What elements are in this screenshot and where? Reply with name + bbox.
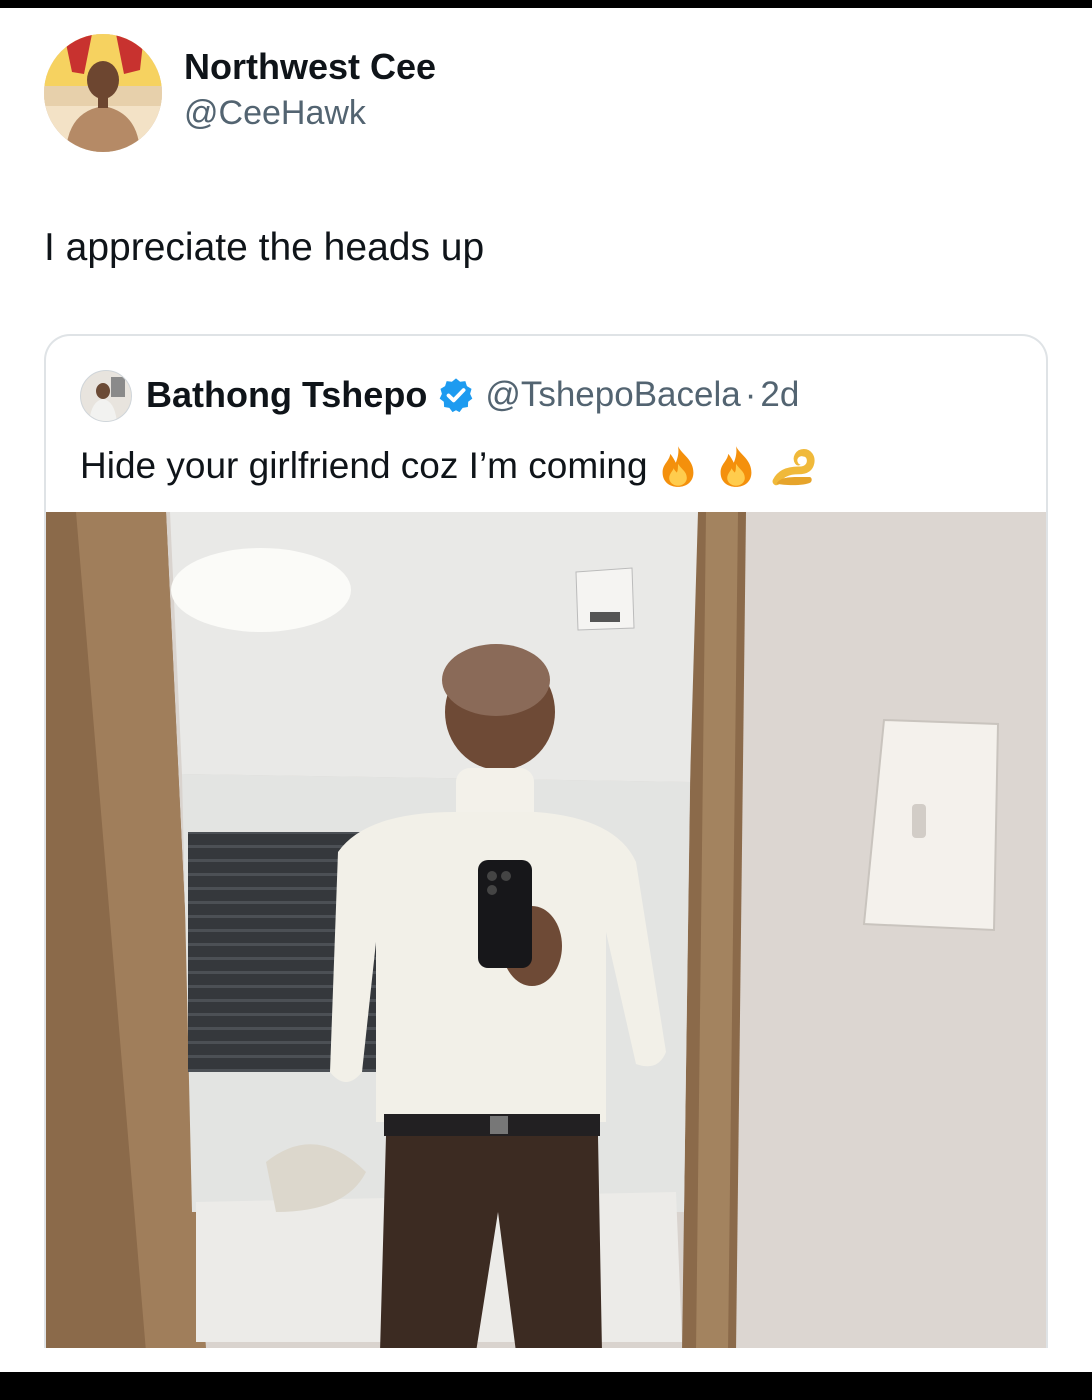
price-tag-sticker: [575, 567, 635, 631]
quoted-author-handle[interactable]: @TshepoBacela: [485, 375, 740, 415]
author-handle[interactable]: @CeeHawk: [184, 94, 366, 133]
avatar-photo: [44, 34, 162, 152]
light-switch-plate: [862, 718, 1000, 932]
author-avatar[interactable]: [44, 34, 162, 152]
quoted-tweet-text: Hide your girlfriend coz I’m coming: [80, 445, 648, 486]
ok-hand-icon: [772, 448, 815, 486]
fire-icon: [720, 446, 751, 487]
fire-icon: [662, 446, 693, 487]
quoted-tweet-card[interactable]: Bathong Tshepo @TshepoBacela · 2d Hide y…: [44, 334, 1048, 1348]
quoted-author-name[interactable]: Bathong Tshepo: [146, 374, 427, 416]
attached-photo[interactable]: [46, 512, 1048, 1348]
author-name[interactable]: Northwest Cee: [184, 46, 436, 88]
tweet-timestamp[interactable]: 2d: [760, 375, 799, 415]
quoted-avatar-photo: [81, 371, 131, 421]
quoted-author-avatar[interactable]: [80, 370, 132, 422]
tweet-screenshot: Northwest Cee @CeeHawk I appreciate the …: [0, 8, 1092, 1372]
tweet-text: I appreciate the heads up: [44, 226, 485, 269]
separator-dot: ·: [744, 375, 757, 414]
verified-badge-icon: [440, 378, 473, 413]
